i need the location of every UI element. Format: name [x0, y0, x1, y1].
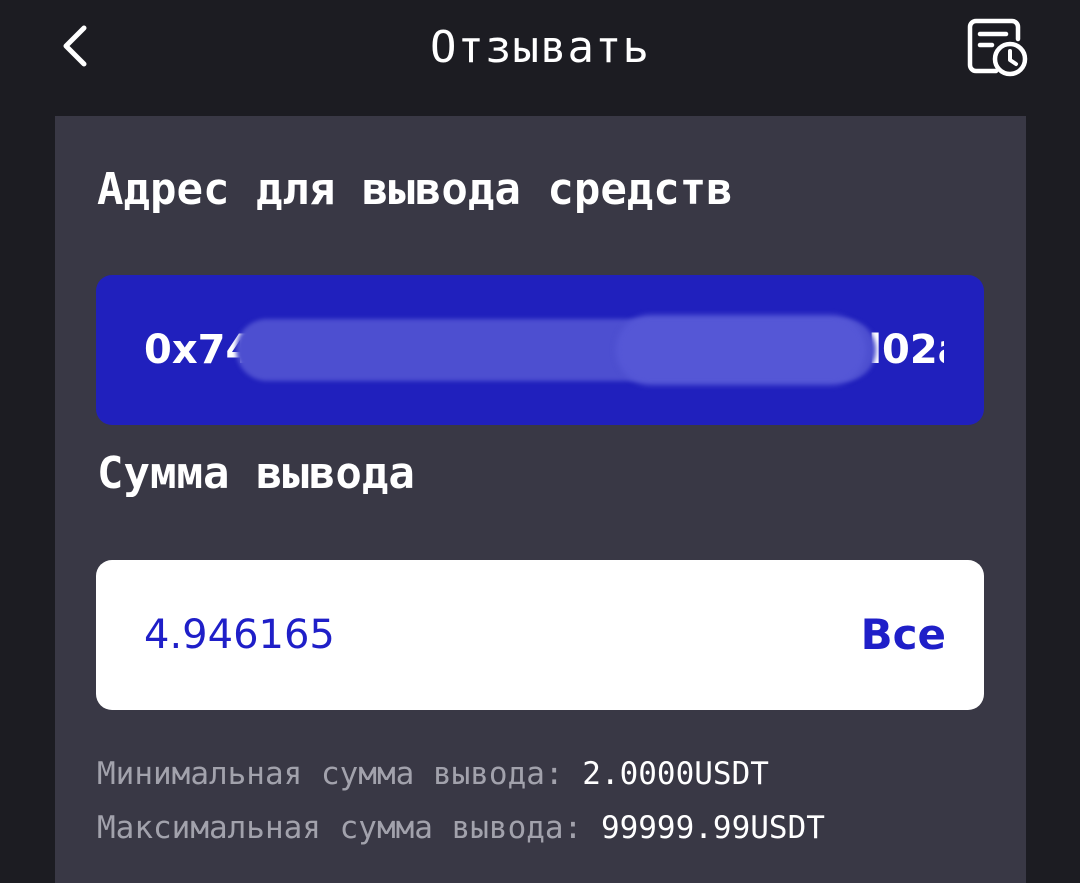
max-limit-value: 99999.99USDT: [600, 810, 825, 846]
chevron-left-icon: [60, 24, 90, 72]
withdraw-form-card: Адрес для вывода средств 0x74l02a Сумма …: [55, 116, 1026, 883]
amount-label: Сумма вывода: [97, 448, 415, 499]
document-clock-icon: [966, 17, 1030, 83]
min-withdraw-limit: Минимальная сумма вывода: 2.0000USDT: [97, 756, 769, 792]
top-bar: Отзывать: [0, 0, 1080, 116]
withdraw-amount-input[interactable]: [144, 560, 744, 710]
page-title: Отзывать: [430, 22, 650, 73]
withdraw-address-field[interactable]: 0x74l02a: [96, 275, 984, 425]
min-limit-label: Минимальная сумма вывода:: [97, 756, 564, 792]
back-button[interactable]: [50, 20, 100, 76]
withdraw-amount-field[interactable]: Все: [96, 560, 984, 710]
withdrawal-history-button[interactable]: [962, 16, 1034, 84]
address-label: Адрес для вывода средств: [97, 164, 733, 215]
withdraw-all-button[interactable]: Все: [861, 560, 946, 710]
address-redaction-mark: [616, 315, 866, 385]
address-suffix: l02a: [868, 327, 944, 373]
max-withdraw-limit: Максимальная сумма вывода: 99999.99USDT: [97, 810, 825, 846]
max-limit-label: Максимальная сумма вывода:: [97, 810, 583, 846]
min-limit-value: 2.0000USDT: [582, 756, 769, 792]
